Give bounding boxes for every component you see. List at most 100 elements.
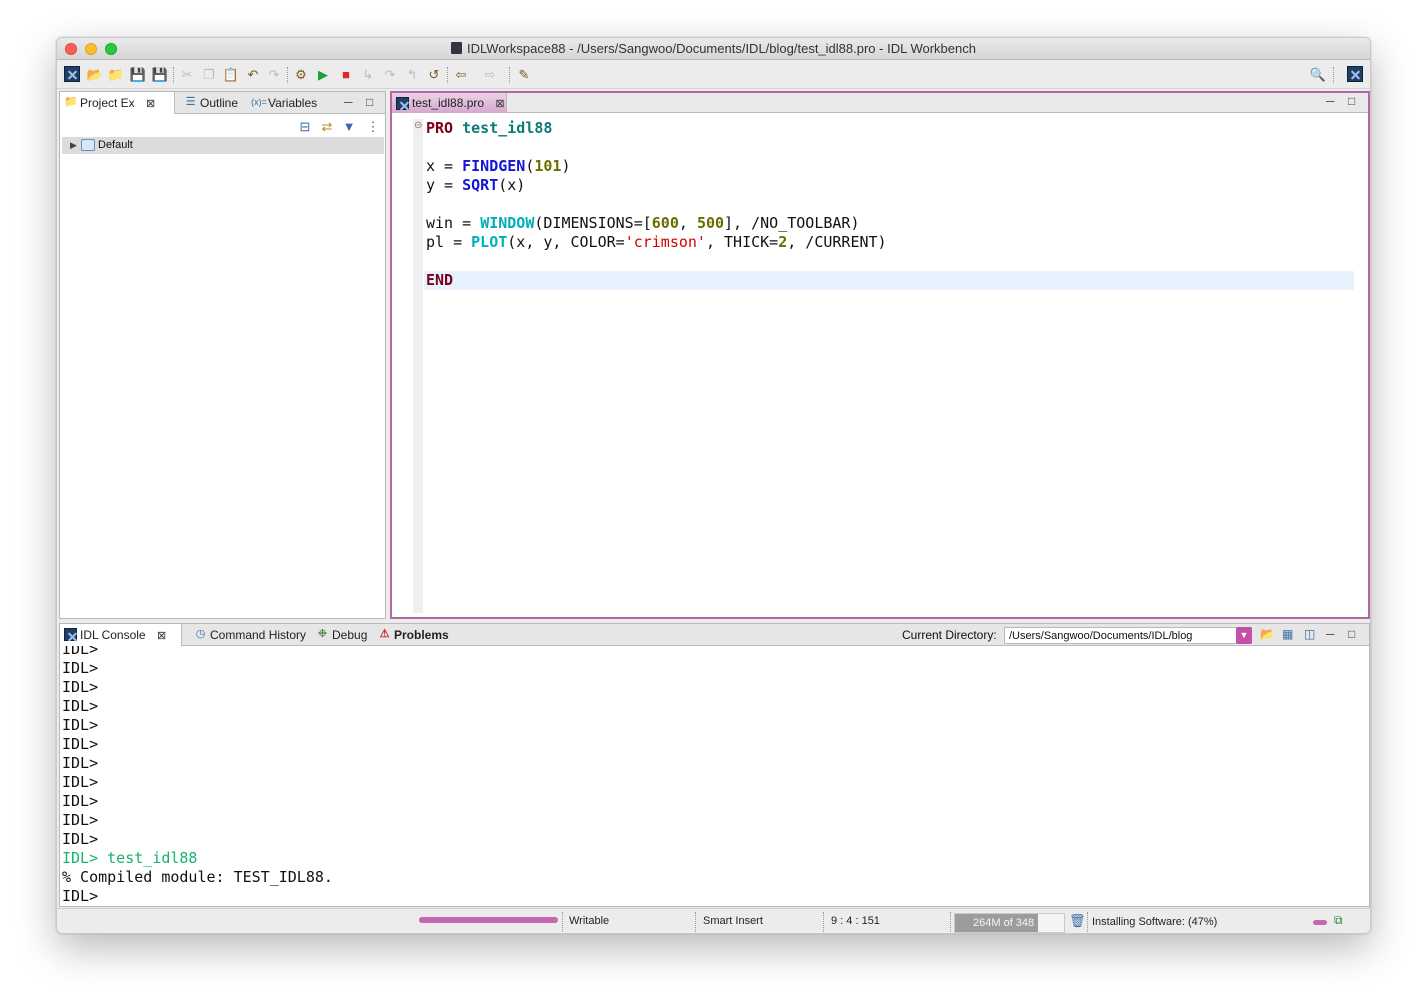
chevron-down-icon[interactable]: ▼ (1236, 627, 1252, 644)
console-line: % Compiled module: TEST_IDL88. (62, 868, 333, 886)
copy-icon[interactable]: ❐ (200, 66, 218, 84)
tab-debug[interactable]: ❉ Debug (312, 624, 367, 646)
step-into-icon[interactable]: ↳ (359, 66, 377, 84)
document-proxy-icon (451, 42, 463, 54)
code-line: x = FINDGEN(101) (426, 157, 571, 175)
heap-status[interactable]: 264M of 348 (954, 913, 1065, 933)
stop-icon[interactable]: ■ (337, 66, 355, 84)
code-editor[interactable]: PRO test_idl88 x = FINDGEN(101) y = SQRT… (424, 119, 1354, 613)
close-icon[interactable]: ⊠ (157, 625, 166, 647)
compile-icon[interactable]: ⚙ (292, 66, 310, 84)
variables-icon: (x)= (251, 97, 267, 107)
close-icon[interactable]: ⊠ (495, 94, 504, 114)
back-icon[interactable]: ⇦ (452, 66, 470, 84)
tab-idl-console[interactable]: IDL Console ⊠ (60, 624, 182, 646)
fold-collapse-icon[interactable]: ⊝ (414, 120, 422, 131)
tab-variables-label: Variables (268, 96, 318, 110)
console-output[interactable]: IDL> IDL> IDL> IDL> IDL> IDL> IDL> IDL> IDL> IDL>… (62, 646, 1367, 906)
save-all-icon[interactable]: 💾 (151, 66, 169, 84)
tab-outline[interactable]: ☰ Outline (180, 92, 238, 114)
clear-console-icon[interactable]: ◫ (1304, 627, 1315, 641)
tab-problems-label: Problems (394, 628, 449, 642)
tab-idl-console-label: IDL Console (80, 628, 146, 642)
minimize-icon[interactable]: ─ (1326, 94, 1335, 108)
code-line: y = SQRT(x) (426, 176, 526, 194)
progress-view-icon[interactable]: ⧉ (1334, 913, 1343, 928)
console-line: IDL> (62, 678, 99, 696)
console-line: IDL> (62, 830, 99, 848)
code-line: win = WINDOW(DIMENSIONS=[600, 500], /NO_… (426, 214, 860, 232)
forward-icon[interactable]: ⇨ (481, 66, 499, 84)
cut-icon[interactable]: ✂ (178, 66, 196, 84)
close-icon[interactable]: ⊠ (146, 93, 155, 115)
folder-icon: 📁 (64, 96, 78, 108)
minimize-icon[interactable]: ─ (1326, 627, 1335, 641)
idl-perspective-icon[interactable] (1346, 66, 1364, 84)
idl-console-icon (64, 628, 77, 641)
new-file-icon[interactable]: 📂 (86, 66, 104, 84)
main-toolbar: 📂 📁 💾 💾 ✂ ❐ 📋 ↶ ↷ ⚙ ▶ ■ ↳ ↷ ↰ ↺ ⇦ ⇨ ✎ 🔍 (57, 61, 1370, 89)
undo-icon[interactable]: ↶ (244, 66, 262, 84)
search-icon[interactable]: 🔍 (1309, 66, 1327, 84)
expand-arrow-icon[interactable]: ▶ (70, 137, 77, 154)
tab-variables[interactable]: (x)= Variables (246, 92, 317, 114)
tab-project-explorer[interactable]: 📁 Project Ex ⊠ (60, 92, 175, 114)
save-icon[interactable]: 💾 (129, 66, 147, 84)
editor-ruler (413, 119, 423, 613)
console-line: IDL> (62, 646, 99, 658)
minimize-window-button[interactable] (85, 43, 97, 55)
history-icon: ◷ (195, 628, 206, 640)
workspace-dir-icon[interactable]: ▦ (1282, 627, 1293, 641)
current-line-highlight (424, 271, 1354, 290)
current-directory-combo[interactable]: /Users/Sangwoo/Documents/IDL/blog ▼ (1004, 627, 1252, 644)
idl-perspective-icon[interactable] (63, 66, 81, 84)
step-over-icon[interactable]: ↷ (381, 66, 399, 84)
open-folder-icon[interactable]: 📁 (107, 66, 125, 84)
step-return-icon[interactable]: ↰ (403, 66, 421, 84)
idl-file-icon (396, 97, 409, 110)
tab-debug-label: Debug (332, 628, 368, 642)
project-icon (81, 139, 95, 151)
view-menu-icon[interactable]: ⋮ (364, 118, 382, 136)
close-window-button[interactable] (65, 43, 77, 55)
filter-icon[interactable]: ▼ (340, 118, 358, 136)
collapse-all-icon[interactable]: ⊟ (296, 118, 314, 136)
console-line: IDL> (62, 792, 99, 810)
console-line: IDL> (62, 716, 99, 734)
tab-command-history[interactable]: ◷ Command History (190, 624, 306, 646)
console-line: IDL> (62, 697, 99, 715)
tab-outline-label: Outline (200, 96, 239, 110)
console-panel: IDL Console ⊠ ◷ Command History ❉ Debug … (59, 623, 1370, 907)
status-writable: Writable (569, 915, 610, 927)
current-directory-label: Current Directory: (902, 628, 997, 642)
maximize-icon[interactable]: □ (1348, 627, 1355, 641)
reset-icon[interactable]: ↺ (425, 66, 443, 84)
tab-problems[interactable]: ⚠ Problems (374, 624, 449, 646)
build-progress-bar (419, 917, 558, 923)
console-line: IDL> test_idl88 (62, 849, 198, 867)
tab-command-history-label: Command History (210, 628, 307, 642)
tree-item-default[interactable]: ▶ Default (62, 137, 384, 154)
paste-icon[interactable]: 📋 (222, 66, 240, 84)
link-with-editor-icon[interactable]: ⇄ (318, 118, 336, 136)
console-line: IDL> (62, 887, 99, 905)
maximize-window-button[interactable] (105, 43, 117, 55)
editor-panel: test_idl88.pro ⊠ ─ □ ⊝ PRO test_idl88 x … (390, 91, 1370, 619)
console-line: IDL> (62, 754, 99, 772)
browse-folder-icon[interactable]: 📂 (1260, 627, 1275, 641)
progress-mini-icon (1313, 920, 1327, 925)
minimize-icon[interactable]: ─ (344, 95, 353, 109)
code-line: END (426, 271, 454, 289)
redo-icon[interactable]: ↷ (265, 66, 283, 84)
last-edit-icon[interactable]: ✎ (515, 66, 533, 84)
console-line: IDL> (62, 735, 99, 753)
tab-test-idl88[interactable]: test_idl88.pro ⊠ (392, 93, 507, 113)
project-explorer-panel: 📁 Project Ex ⊠ ☰ Outline (x)= Variables … (59, 91, 386, 619)
tab-project-explorer-label: Project Ex (80, 96, 135, 110)
idl-workbench-window: IDLWorkspace88 - /Users/Sangwoo/Document… (56, 37, 1371, 934)
trash-icon[interactable]: 🗑 (1069, 913, 1086, 929)
heap-status-text: 264M of 348 (973, 917, 1035, 929)
maximize-icon[interactable]: □ (1348, 94, 1355, 108)
run-icon[interactable]: ▶ (314, 66, 332, 84)
maximize-icon[interactable]: □ (366, 95, 373, 109)
